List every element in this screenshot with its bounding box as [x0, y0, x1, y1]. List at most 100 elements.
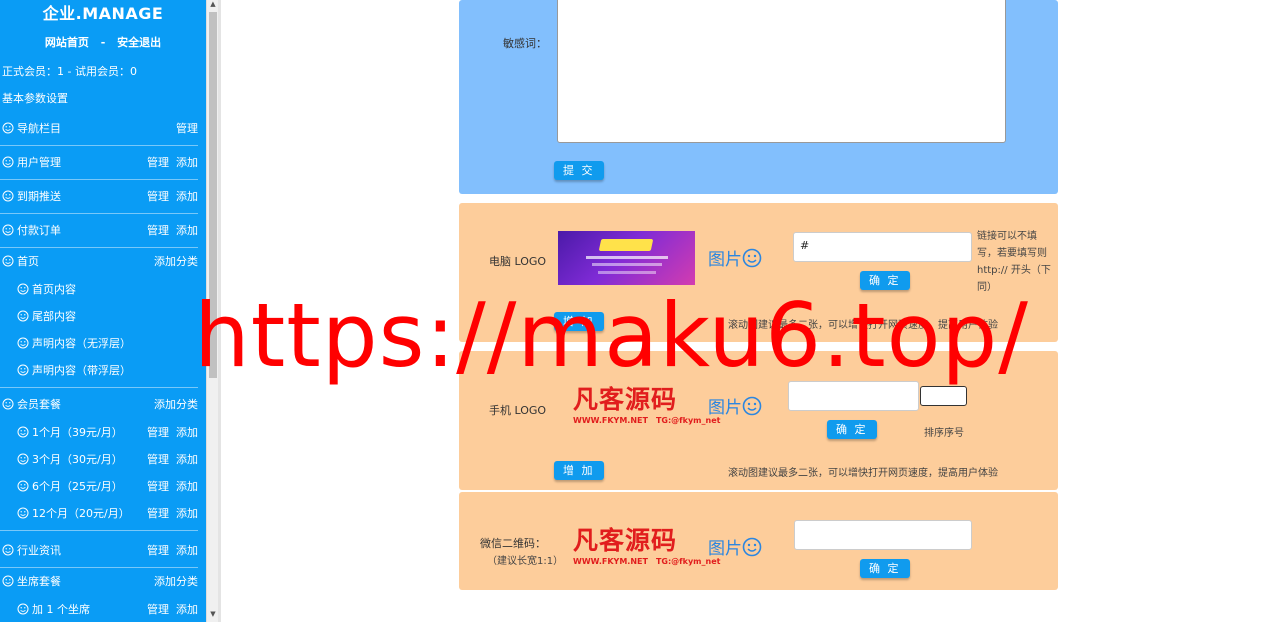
logout-link[interactable]: 安全退出	[117, 36, 161, 49]
scroll-up-arrow-icon[interactable]: ▲	[209, 0, 217, 10]
smile-icon	[17, 426, 29, 438]
sidebar-action-link[interactable]: 添加	[176, 507, 198, 520]
mobile-add-button[interactable]: 增 加	[554, 461, 604, 480]
sidebar-action-link[interactable]: 添加	[176, 453, 198, 466]
sidebar-item[interactable]: 首页内容	[0, 276, 206, 303]
sidebar-item-label: 首页内容	[32, 283, 76, 296]
pc-picture-label: 图片	[708, 250, 742, 270]
mobile-url-input[interactable]	[788, 381, 919, 411]
sidebar-action-link[interactable]: 添加分类	[154, 398, 198, 411]
wechat-url-input[interactable]	[794, 520, 972, 550]
sidebar-action-link[interactable]: 添加	[176, 603, 198, 616]
sidebar-item[interactable]: 1个月（39元/月） 管理 添加	[0, 419, 206, 446]
wechat-sublabel: （建议长宽1:1）	[487, 556, 564, 567]
sidebar-item-actions: 管理 添加	[140, 446, 198, 473]
sidebar-item-label: 会员套餐	[17, 398, 61, 411]
wechat-picture-label: 图片	[708, 539, 742, 559]
wechat-confirm-button[interactable]: 确 定	[860, 559, 910, 578]
sidebar-item-label: 6个月（25元/月）	[32, 480, 123, 493]
smile-icon	[2, 190, 14, 202]
sidebar-item[interactable]: 声明内容（无浮层）	[0, 330, 206, 357]
sidebar-item[interactable]: 付款订单 管理 添加	[0, 214, 198, 248]
mobile-confirm-button[interactable]: 确 定	[827, 420, 877, 439]
sidebar-item-label: 声明内容（带浮层）	[32, 364, 131, 377]
smile-icon	[2, 122, 14, 134]
sidebar-item-actions: 管理 添加	[140, 180, 198, 214]
sidebar-item[interactable]: 坐席套餐 添加分类	[0, 568, 198, 596]
sidebar-action-link[interactable]: 添加	[176, 224, 198, 237]
pc-url-input[interactable]: #	[793, 232, 972, 262]
pc-add-button[interactable]: 增 加	[554, 312, 604, 331]
keywords-label: 敏感词：	[503, 37, 547, 50]
wechat-label: 微信二维码：	[480, 537, 546, 550]
keywords-textarea[interactable]	[557, 0, 1006, 143]
smile-icon	[2, 398, 14, 410]
mobile-logo-label: 手机 LOGO	[489, 404, 547, 417]
sidebar-action-link[interactable]: 添加	[176, 190, 198, 203]
submit-button[interactable]: 提 交	[554, 161, 604, 180]
home-link[interactable]: 网站首页	[45, 36, 89, 49]
mobile-picture-label: 图片	[708, 398, 742, 418]
pc-url-hint: 链接可以不填写，若要填写则 http:// 开头（下同）	[977, 231, 1051, 293]
pc-confirm-button[interactable]: 确 定	[860, 271, 910, 290]
brand-title: 企业.MANAGE	[42, 4, 164, 23]
sidebar-item[interactable]: 行业资讯 管理 添加	[0, 534, 198, 568]
sidebar-divider	[0, 387, 198, 388]
sidebar-action-link[interactable]: 管理	[147, 603, 169, 616]
smile-icon	[2, 544, 14, 556]
sidebar-item[interactable]: 声明内容（带浮层）	[0, 357, 206, 384]
mobile-logo-text: 凡客源码	[573, 385, 678, 414]
sidebar-item[interactable]: 首页 添加分类	[0, 248, 198, 276]
wechat-picture-link[interactable]: 图片	[708, 534, 762, 559]
sidebar-action-link[interactable]: 添加	[176, 544, 198, 557]
sidebar-action-link[interactable]: 添加	[176, 480, 198, 493]
sidebar-item-actions: 管理 添加	[140, 596, 198, 622]
sidebar-item[interactable]: 导航栏目 管理	[0, 112, 198, 146]
sidebar-action-link[interactable]: 管理	[147, 453, 169, 466]
sidebar-item[interactable]: 加 1 个坐席 管理 添加	[0, 596, 206, 622]
smile-icon	[17, 507, 29, 519]
frame-divider	[218, 0, 221, 622]
sidebar-item[interactable]: 用户管理 管理 添加	[0, 146, 198, 180]
sidebar-item-actions: 管理 添加	[140, 534, 198, 568]
sidebar-item-label: 12个月（20元/月）	[32, 507, 130, 520]
sidebar-item[interactable]: 3个月（30元/月） 管理 添加	[0, 446, 206, 473]
mobile-picture-link[interactable]: 图片	[708, 393, 762, 418]
sidebar-item-label: 首页	[17, 255, 39, 268]
sidebar-action-link[interactable]: 添加分类	[154, 575, 198, 588]
sidebar-item[interactable]: 尾部内容	[0, 303, 206, 330]
wechat-logo-sub-1: WWW.FKYM.NET	[573, 557, 648, 566]
smile-icon	[17, 364, 29, 376]
basic-settings-link[interactable]: 基本参数设置	[0, 85, 206, 112]
mobile-logo-image: 凡客源码 WWW.FKYM.NET TG:@fkym_net	[573, 385, 720, 433]
sidebar-action-link[interactable]: 添加分类	[154, 255, 198, 268]
top-links: 网站首页 - 安全退出	[0, 28, 206, 58]
sidebar-item-actions: 管理 添加	[140, 419, 198, 446]
smile-icon	[742, 248, 762, 268]
sidebar-item[interactable]: 6个月（25元/月） 管理 添加	[0, 473, 206, 500]
sidebar-action-link[interactable]: 添加	[176, 426, 198, 439]
sidebar-item-label: 行业资讯	[17, 544, 61, 557]
sidebar: 企业.MANAGE 网站首页 - 安全退出 正式会员：1 - 试用会员：0 基本…	[0, 0, 206, 622]
scroll-down-arrow-icon[interactable]: ▼	[209, 610, 217, 620]
wechat-logo-text: 凡客源码	[573, 526, 678, 555]
sidebar-item[interactable]: 12个月（20元/月） 管理 添加	[0, 500, 206, 527]
mobile-sort-input[interactable]	[920, 386, 967, 406]
sidebar-action-link[interactable]: 管理	[147, 190, 169, 203]
sidebar-action-link[interactable]: 管理	[147, 507, 169, 520]
sidebar-item-actions: 管理 添加	[140, 146, 198, 180]
sidebar-item[interactable]: 到期推送 管理 添加	[0, 180, 198, 214]
sidebar-action-link[interactable]: 管理	[147, 426, 169, 439]
sidebar-action-link[interactable]: 添加	[176, 156, 198, 169]
pc-picture-link[interactable]: 图片	[708, 245, 762, 270]
sidebar-action-link[interactable]: 管理	[147, 156, 169, 169]
sidebar-action-link[interactable]: 管理	[147, 224, 169, 237]
sidebar-action-link[interactable]: 管理	[176, 122, 198, 135]
mobile-logo-sub-1: WWW.FKYM.NET	[573, 416, 648, 425]
sidebar-scrollbar[interactable]: ▲ ▼	[206, 0, 218, 622]
sidebar-action-link[interactable]: 管理	[147, 480, 169, 493]
sidebar-action-link[interactable]: 管理	[147, 544, 169, 557]
sidebar-item[interactable]: 会员套餐 添加分类	[0, 391, 198, 419]
sidebar-item-label: 付款订单	[17, 224, 61, 237]
scroll-thumb[interactable]	[209, 12, 217, 378]
